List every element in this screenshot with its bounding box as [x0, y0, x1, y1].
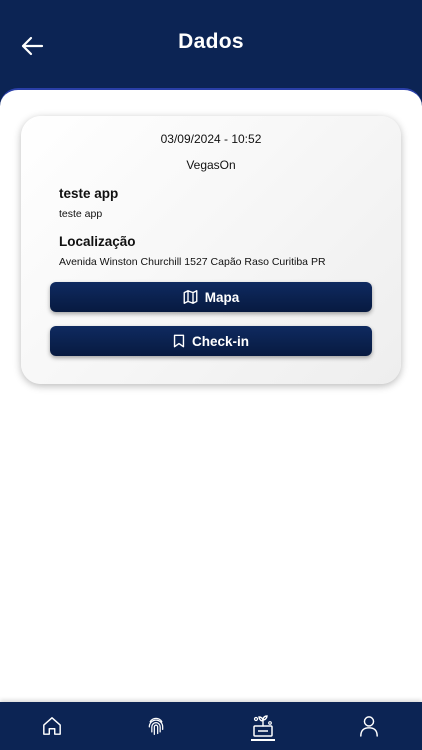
description-title: teste app [59, 186, 119, 201]
plant-icon [253, 715, 273, 737]
bottom-navigation [0, 702, 422, 750]
fingerprint-icon [148, 717, 164, 735]
nav-home[interactable] [37, 712, 67, 740]
checkin-button-label: Check-in [191, 333, 249, 349]
record-company: VegasOn [186, 158, 236, 172]
nav-active-indicator [251, 739, 275, 741]
nav-profile[interactable] [354, 712, 384, 740]
record-datetime: 03/09/2024 - 10:52 [160, 132, 262, 146]
header: Dados [0, 0, 422, 96]
bookmark-icon [173, 334, 185, 348]
map-button[interactable]: Mapa [50, 282, 372, 312]
nav-plant[interactable] [248, 712, 278, 740]
location-value: Avenida Winston Churchill 1527 Capão Ras… [59, 256, 326, 268]
page-title: Dados [178, 30, 244, 53]
user-icon [360, 716, 378, 737]
description-value: teste app [59, 208, 103, 220]
map-button-label: Mapa [204, 289, 240, 305]
checkin-button[interactable]: Check-in [50, 326, 372, 356]
nav-fingerprint[interactable] [141, 712, 171, 740]
home-icon [43, 717, 61, 735]
location-title: Localização [59, 234, 136, 249]
map-icon [183, 290, 198, 304]
content-area: 03/09/2024 - 10:52 VegasOn teste app tes… [0, 88, 422, 704]
record-card: 03/09/2024 - 10:52 VegasOn teste app tes… [21, 116, 401, 384]
